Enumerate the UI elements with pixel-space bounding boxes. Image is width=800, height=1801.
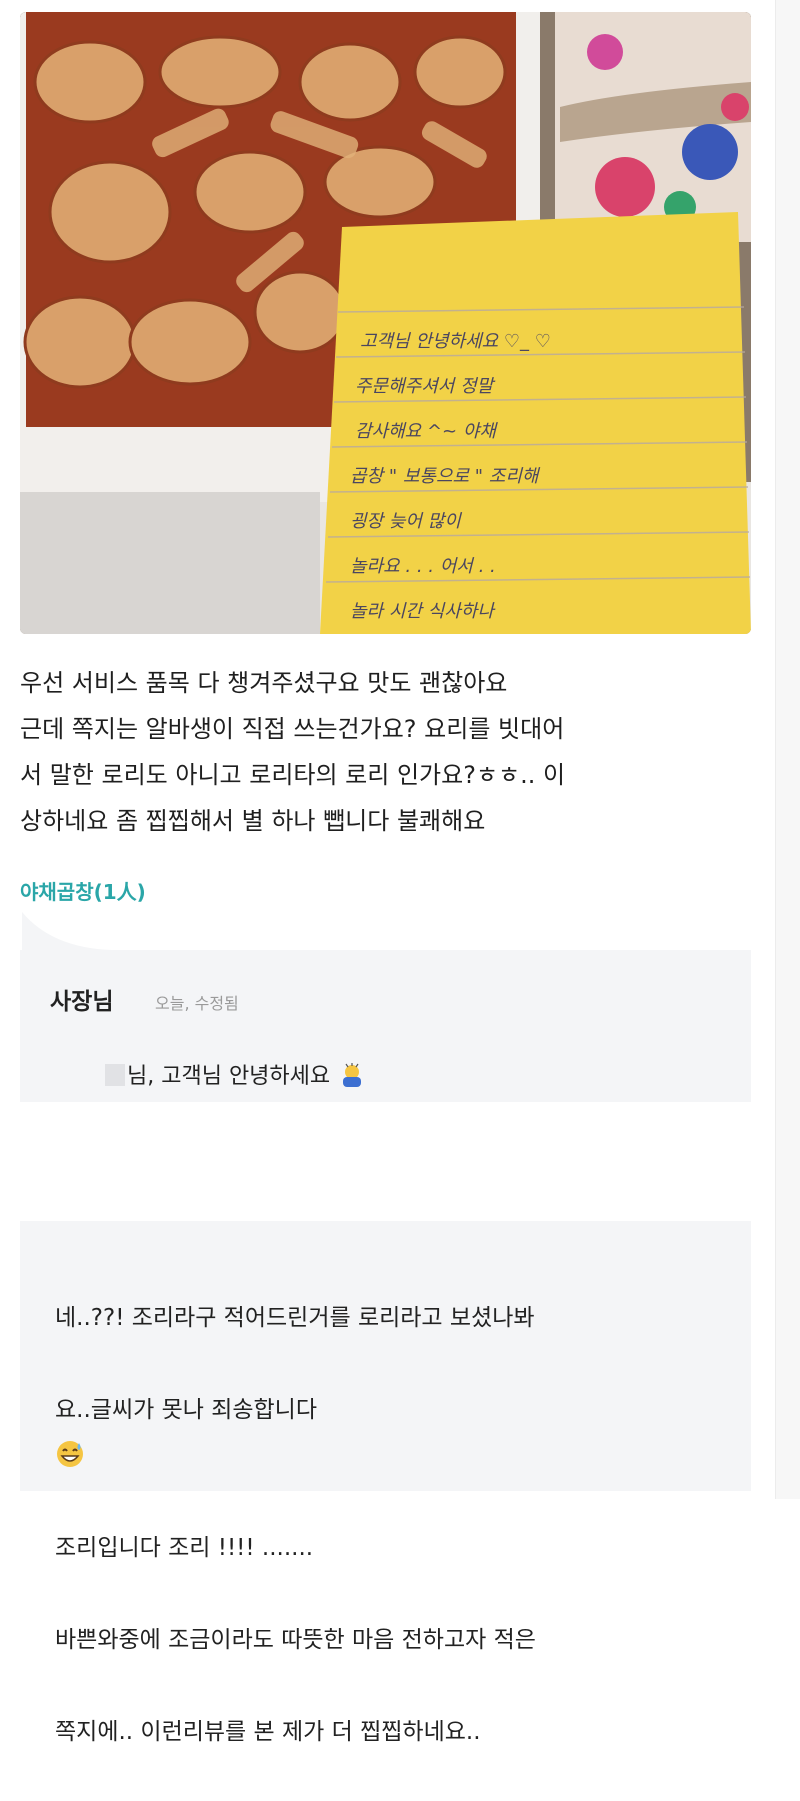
note-line-6: 놀라요 . . . 어서 . . — [350, 556, 496, 577]
note-line-7: 놀라 시간 식사하나 — [350, 601, 496, 622]
note-line-1: 고객님 안녕하세요 ♡_ ♡ — [360, 331, 551, 352]
note-line-4: 곱창 " 보통으로 " 조리해 — [350, 466, 541, 487]
sweat-smile-icon — [57, 1441, 83, 1467]
note-line-2: 주문해주셔서 정말 — [355, 376, 496, 397]
note-line-5: 굉장 늦어 많이 — [350, 511, 462, 532]
owner-reply-continued: 네..??! 조리라구 적어드린거를 로리라고 보셨나봐 요..글씨가 못나 죄… — [20, 1221, 751, 1745]
reply2-line-4: 바쁜와중에 조금이라도 따뜻한 마음 전하고자 적은 — [55, 1627, 536, 1653]
reply2-line-5: 쪽지에.. 이런리뷰를 본 제가 더 찝찝하네요.. — [55, 1719, 481, 1745]
review-photo[interactable]: 고객님 안녕하세요 ♡_ ♡ 주문해주셔서 정말 감사해요 ^~ 야채 곱창 "… — [20, 12, 751, 634]
reply2-body: 네..??! 조리라구 적어드린거를 로리라고 보셨나봐 요..글씨가 못나 죄… — [55, 1249, 745, 1801]
reply2-line-3: 조리입니다 조리 !!!! ....... — [55, 1535, 314, 1561]
redacted-name — [105, 1064, 125, 1086]
menu-tag[interactable]: 야채곱창(1人) — [20, 876, 146, 905]
reply-greeting-line: 님, 고객님 안녕하세요 — [105, 1058, 365, 1090]
owner-name: 사장님 — [50, 989, 114, 1015]
owner-reply-box: 사장님 오늘, 수정됨 님, 고객님 안녕하세요 — [20, 950, 751, 1102]
bowing-person-icon — [343, 1063, 362, 1087]
reply-greeting: 님, 고객님 안녕하세요 — [127, 1064, 331, 1089]
scrollbar-track[interactable] — [775, 0, 800, 1499]
reply-timestamp: 오늘, 수정됨 — [155, 994, 239, 1013]
review-body: 우선 서비스 품목 다 챙겨주셨구요 맛도 괜찮아요 근데 쪽지는 알바생이 직… — [20, 669, 566, 835]
food-photo-image: 고객님 안녕하세요 ♡_ ♡ 주문해주셔서 정말 감사해요 ^~ 야채 곱창 "… — [20, 12, 751, 634]
note-line-3: 감사해요 ^~ 야채 — [355, 421, 498, 442]
reply-bubble-tail — [22, 912, 112, 950]
reply2-line-2: 요..글씨가 못나 죄송합니다 — [55, 1387, 745, 1479]
reply2-line-1: 네..??! 조리라구 적어드린거를 로리라고 보셨나봐 — [55, 1305, 535, 1331]
